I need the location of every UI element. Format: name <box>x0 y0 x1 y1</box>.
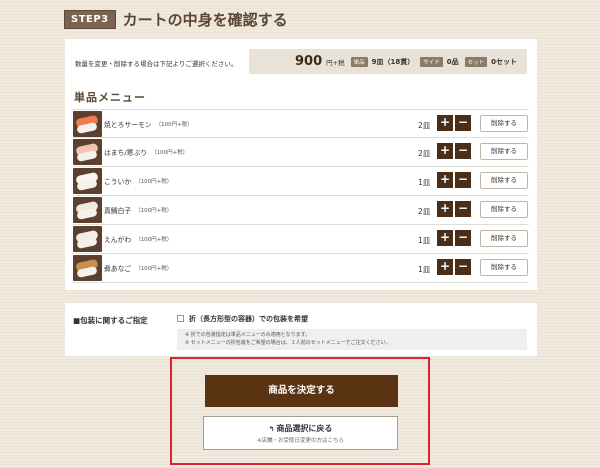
cart-item-row: 真鯛白子 （100円+税） 2皿 + − 削除する <box>73 196 529 225</box>
item-price: （100円+税） <box>135 208 173 214</box>
decrease-button[interactable]: − <box>455 201 471 217</box>
side-tag: サイド <box>420 56 443 67</box>
page-title: カートの中身を確認する <box>122 11 288 29</box>
cart-item-row: こういか （100円+税） 1皿 + − 削除する <box>73 167 529 196</box>
step-badge: STEP3 <box>64 10 116 29</box>
return-icon: ↰ <box>268 425 275 433</box>
increase-button[interactable]: + <box>437 172 453 188</box>
item-quantity: 1皿 <box>418 236 431 245</box>
side-count: 0品 <box>446 57 459 66</box>
item-quantity: 2皿 <box>418 207 431 216</box>
item-price: （100円+税） <box>135 237 173 243</box>
section-title-single-menu: 単品メニュー <box>74 91 146 104</box>
cart-panel: 数量を変更・削除する場合は下記よりご選択ください。 900 円+税 単品 9皿（… <box>65 39 537 290</box>
decrease-button[interactable]: − <box>455 230 471 246</box>
sushi-thumbnail <box>73 226 102 252</box>
item-quantity: 1皿 <box>418 265 431 274</box>
single-value: 9皿 <box>371 57 384 66</box>
wrapping-option-label[interactable]: 折（長方形型の容器）での包装を希望 <box>189 314 308 324</box>
wrapping-note: ※ 折での包装指定は単品メニューのみ適用となります。 <box>185 332 311 338</box>
increase-button[interactable]: + <box>437 201 453 217</box>
item-quantity: 1皿 <box>418 178 431 187</box>
increase-button[interactable]: + <box>437 259 453 275</box>
wrapping-checkbox[interactable] <box>177 315 184 322</box>
item-name: えんがわ <box>104 236 132 244</box>
item-name: 真鯛白子 <box>104 207 132 215</box>
set-tag: セット <box>464 56 488 67</box>
item-name: こういか <box>104 178 132 186</box>
wrapping-note: ※ セットメニューの折包装をご希望の場合は、１人前のセットメニューでご注文くださ… <box>185 339 391 346</box>
sushi-thumbnail <box>73 197 102 223</box>
delete-button[interactable]: 削除する <box>480 259 528 276</box>
back-button-label-row: ↰ 商品選択に戻る <box>204 423 397 434</box>
decrease-button[interactable]: − <box>455 259 471 275</box>
item-name: 煮あなご <box>104 265 132 273</box>
wrapping-panel: ■包装に関するご指定 折（長方形型の容器）での包装を希望 ※ 折での包装指定は単… <box>65 303 537 356</box>
delete-button[interactable]: 削除する <box>480 230 528 247</box>
decrease-button[interactable]: − <box>455 172 471 188</box>
summary-note: 数量を変更・削除する場合は下記よりご選択ください。 <box>75 60 238 68</box>
item-price: （100円+税） <box>135 266 173 272</box>
back-to-selection-button[interactable]: ↰ 商品選択に戻る ※店舗・お受取日変更の方はこちら <box>203 416 398 450</box>
total-price: 900 <box>294 54 323 69</box>
delete-button[interactable]: 削除する <box>480 115 528 132</box>
delete-button[interactable]: 削除する <box>480 172 528 189</box>
increase-button[interactable]: + <box>437 230 453 246</box>
wrapping-label: ■包装に関するご指定 <box>73 316 148 325</box>
item-quantity: 2皿 <box>418 121 431 130</box>
sushi-thumbnail <box>73 168 102 194</box>
item-price: （100円+税） <box>155 121 193 128</box>
wrapping-notes: ※ 折での包装指定は単品メニューのみ適用となります。 ※ セットメニューの折包装… <box>177 329 527 350</box>
back-button-label: 商品選択に戻る <box>276 424 333 433</box>
set-count: 0セット <box>491 57 517 66</box>
cart-item-row: はまち/寒ぶり （100円+税） 2皿 + − 削除する <box>73 138 529 167</box>
delete-button[interactable]: 削除する <box>480 143 528 160</box>
cart-summary: 900 円+税 単品 9皿（18貫） サイド 0品 セット 0セット <box>249 49 527 74</box>
single-piece-count: （18貫） <box>383 57 415 66</box>
item-name: はまち/寒ぶり <box>104 149 148 157</box>
decrease-button[interactable]: − <box>455 143 471 159</box>
total-price-suffix: 円+税 <box>326 58 345 67</box>
item-name: 焼とろサーモン <box>104 120 152 129</box>
item-quantity: 2皿 <box>418 149 431 158</box>
delete-button[interactable]: 削除する <box>480 201 528 218</box>
single-tag: 単品 <box>350 56 368 67</box>
increase-button[interactable]: + <box>437 143 453 159</box>
sushi-thumbnail <box>73 139 102 165</box>
single-count: 9皿（18貫） <box>372 57 415 67</box>
cart-item-row: 煮あなご （100円+税） 1皿 + − 削除する <box>73 254 529 283</box>
step-header: STEP3 カートの中身を確認する <box>64 9 288 30</box>
item-price: （100円+税） <box>135 179 173 185</box>
cart-item-row: 焼とろサーモン （100円+税） 2皿 + − 削除する <box>73 109 529 138</box>
cart-item-row: えんがわ （100円+税） 1皿 + − 削除する <box>73 225 529 254</box>
sushi-thumbnail <box>73 110 102 137</box>
sushi-thumbnail <box>73 255 102 281</box>
decrease-button[interactable]: − <box>455 115 471 131</box>
confirm-button[interactable]: 商品を決定する <box>205 375 398 407</box>
cart-item-list: 焼とろサーモン （100円+税） 2皿 + − 削除する はまち/寒ぶり （10… <box>73 109 529 283</box>
item-price: （100円+税） <box>151 150 189 156</box>
back-button-subtext: ※店舗・お受取日変更の方はこちら <box>256 438 345 444</box>
increase-button[interactable]: + <box>437 115 453 131</box>
